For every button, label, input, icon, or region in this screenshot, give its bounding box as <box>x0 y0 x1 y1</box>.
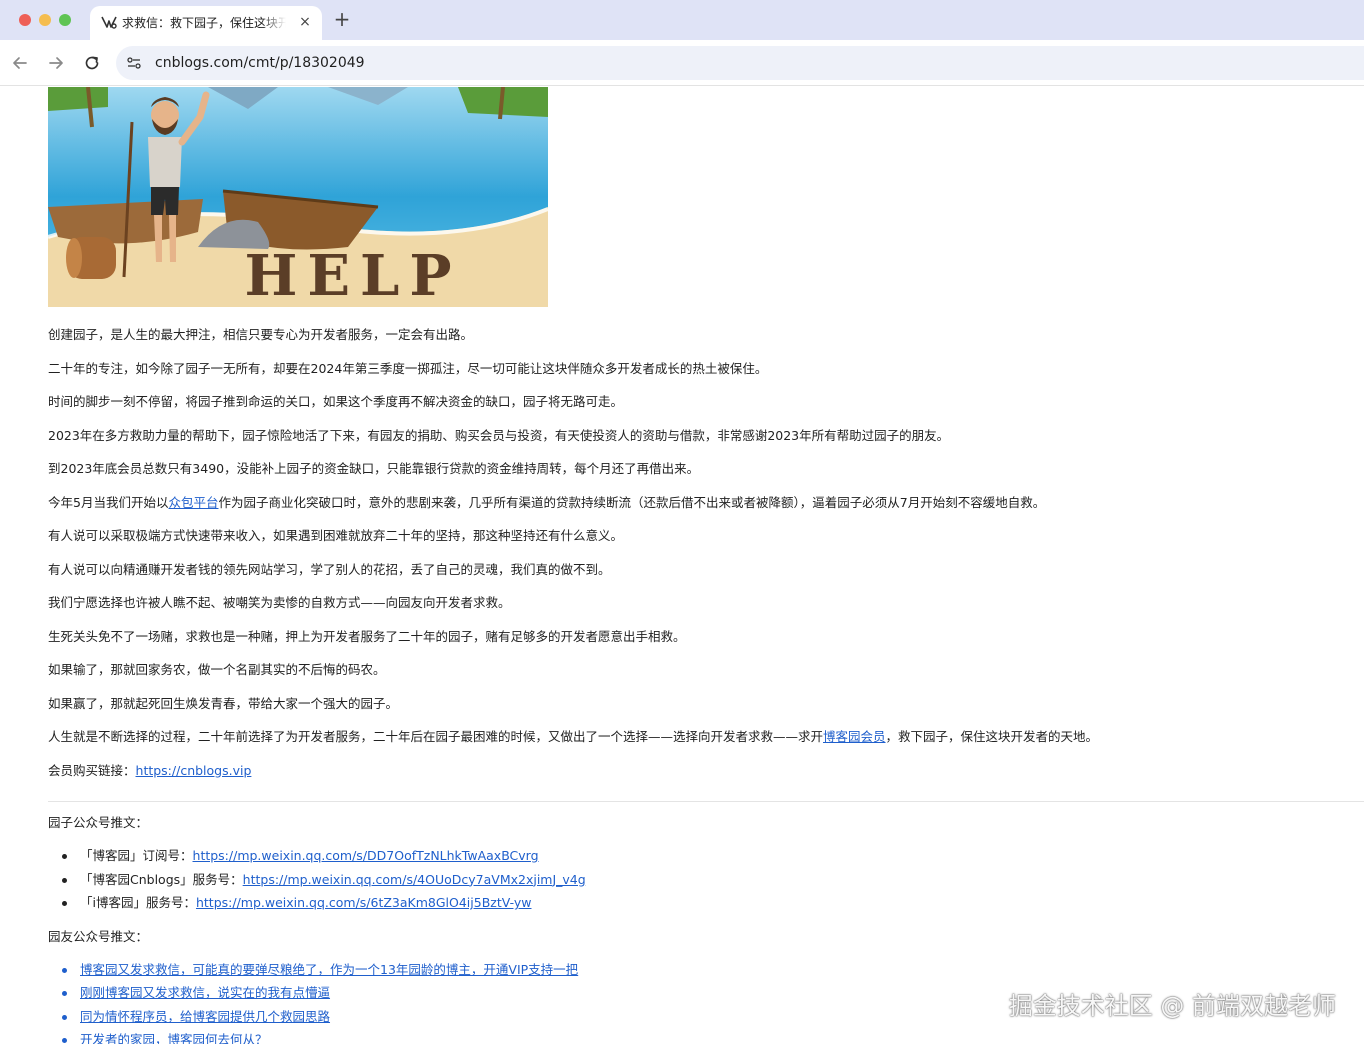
address-bar[interactable]: cnblogs.com/cmt/p/18302049 <box>116 46 1364 80</box>
post-link[interactable]: 同为情怀程序员，给博客园提供几个救园思路 <box>80 1009 330 1024</box>
reload-icon[interactable] <box>82 53 102 73</box>
divider <box>48 801 1364 802</box>
close-window-button[interactable] <box>19 14 31 26</box>
article-paragraph: 到2023年底会员总数只有3490，没能补上园子的资金缺口，只能靠银行贷款的资金… <box>48 461 700 476</box>
article-paragraph: 2023年在多方救助力量的帮助下，园子惊险地活了下来，有园友的捐助、购买会员与投… <box>48 427 950 443</box>
help-stones-text: HELP <box>244 243 461 307</box>
list-item: 「博客园」订阅号：https://mp.weixin.qq.com/s/DD7O… <box>62 845 1348 869</box>
tab-close-icon[interactable]: × <box>298 15 312 29</box>
list-item: 「i博客园」服务号：https://mp.weixin.qq.com/s/6tZ… <box>62 892 1348 916</box>
post-link[interactable]: 开发者的家园，博客园何去何从？ <box>80 1032 268 1044</box>
official-accounts-list: 「博客园」订阅号：https://mp.weixin.qq.com/s/DD7O… <box>62 845 1348 916</box>
cnblogs-favicon-icon <box>101 16 117 29</box>
watermark-text: 掘金技术社区 @ 前端双越老师 <box>1008 992 1336 1020</box>
article-paragraph: 创建园子，是人生的最大押注，相信只要专心为开发者服务，一定会有出路。 <box>48 327 474 342</box>
article-paragraph: 如果赢了，那就起死回生焕发青春，带给大家一个强大的园子。 <box>48 695 399 711</box>
post-link[interactable]: 刚刚博客园又发求救信，说实在的我有点懵逼 <box>80 985 330 1000</box>
help-hero-image: HELP <box>48 87 548 307</box>
article-paragraph: 今年5月当我们开始以众包平台作为园子商业化突破口时，意外的悲剧来袭，几乎所有渠道… <box>48 492 1348 526</box>
paragraph-text: 今年5月当我们开始以 <box>48 494 169 510</box>
account-label: 「博客园」订阅号： <box>80 848 193 863</box>
browser-toolbar: cnblogs.com/cmt/p/18302049 <box>0 40 1364 86</box>
minimize-window-button[interactable] <box>39 14 51 26</box>
article-paragraph: 人生就是不断选择的过程，二十年前选择了为开发者服务，二十年后在园子最困难的时候，… <box>48 726 1348 760</box>
inline-link[interactable]: 众包平台 <box>168 495 218 510</box>
back-arrow-icon[interactable] <box>10 53 30 73</box>
tab-title: 求救信：救下园子，保住这块开发者的天地 <box>122 16 286 30</box>
site-settings-icon[interactable] <box>126 55 142 71</box>
paragraph-text: ，救下园子，保住这块开发者的天地。 <box>885 729 1099 744</box>
article-paragraph: 有人说可以采取极端方式快速带来收入，如果遇到困难就放弃二十年的坚持，那这种坚持还… <box>48 528 624 543</box>
article-paragraph: 时间的脚步一刻不停留，将园子推到命运的关口，如果这个季度再不解决资金的缺口，园子… <box>48 394 624 409</box>
paragraph-text: 会员购买链接： <box>48 762 136 778</box>
bullet-icon <box>62 877 67 883</box>
post-link[interactable]: 博客园又发求救信，可能真的要弹尽粮绝了，作为一个13年园龄的博主，开通VIP支持… <box>80 962 578 977</box>
bullet-icon <box>62 901 67 906</box>
article-paragraph: 我们宁愿选择也许被人瞧不起、被嘲笑为卖惨的自救方式——向园友向开发者求救。 <box>48 595 511 610</box>
account-link[interactable]: https://mp.weixin.qq.com/s/4OUoDcy7aVMx2… <box>243 872 586 887</box>
new-tab-button[interactable]: + <box>332 9 352 29</box>
inline-link[interactable]: https://cnblogs.vip <box>136 763 252 778</box>
account-link[interactable]: https://mp.weixin.qq.com/s/6tZ3aKm8GlO4i… <box>196 895 532 910</box>
article-paragraph: 如果输了，那就回家务农，做一个名副其实的不后悔的码农。 <box>48 662 386 677</box>
paragraph-text: 作为园子商业化突破口时，意外的悲剧来袭，几乎所有渠道的贷款持续断流（还款后借不出… <box>218 494 1046 510</box>
friends-posts-title: 园友公众号推文： <box>48 928 149 944</box>
article-paragraph: 生死关头免不了一场赌，求救也是一种赌，押上为开发者服务了二十年的园子，赌有足够多… <box>48 628 686 644</box>
account-label: 「博客园Cnblogs」服务号： <box>80 871 243 887</box>
bullet-icon <box>62 1038 67 1043</box>
paragraph-text: 人生就是不断选择的过程，二十年前选择了为开发者服务，二十年后在园子最困难的时候，… <box>48 729 824 744</box>
list-item: 开发者的家园，博客园何去何从？ <box>62 1029 1348 1044</box>
bullet-icon <box>62 991 67 996</box>
account-label: 「i博客园」服务号： <box>80 895 196 910</box>
bullet-icon <box>62 1014 67 1020</box>
forward-arrow-icon[interactable] <box>46 53 66 73</box>
list-item: 「博客园Cnblogs」服务号：https://mp.weixin.qq.com… <box>62 869 1348 893</box>
account-link[interactable]: https://mp.weixin.qq.com/s/DD7OofTzNLhkT… <box>193 848 539 863</box>
active-tab[interactable]: 求救信：救下园子，保住这块开发者的天地 × <box>90 6 322 40</box>
article-body: 创建园子，是人生的最大押注，相信只要专心为开发者服务，一定会有出路。二十年的专注… <box>48 324 1364 1044</box>
page-content: HELP 创建园子，是人生的最大押注，相信只要专心为开发者服务，一定会有出路。二… <box>48 87 1364 1044</box>
article-paragraph: 会员购买链接：https://cnblogs.vip <box>48 760 1348 794</box>
bullet-icon <box>62 854 67 859</box>
official-accounts-title: 园子公众号推文： <box>48 815 149 830</box>
article-paragraph: 有人说可以向精通赚开发者钱的领先网站学习，学了别人的花招，丢了自己的灵魂，我们真… <box>48 561 611 577</box>
list-item: 博客园又发求救信，可能真的要弹尽粮绝了，作为一个13年园龄的博主，开通VIP支持… <box>62 959 1348 983</box>
tab-bar: 求救信：救下园子，保住这块开发者的天地 × + <box>0 0 1364 40</box>
bullet-icon <box>62 967 67 973</box>
maximize-window-button[interactable] <box>59 14 71 26</box>
url-text[interactable]: cnblogs.com/cmt/p/18302049 <box>155 55 365 71</box>
article-paragraph: 二十年的专注，如今除了园子一无所有，却要在2024年第三季度一掷孤注，尽一切可能… <box>48 360 768 376</box>
inline-link[interactable]: 博客园会员 <box>823 729 886 744</box>
